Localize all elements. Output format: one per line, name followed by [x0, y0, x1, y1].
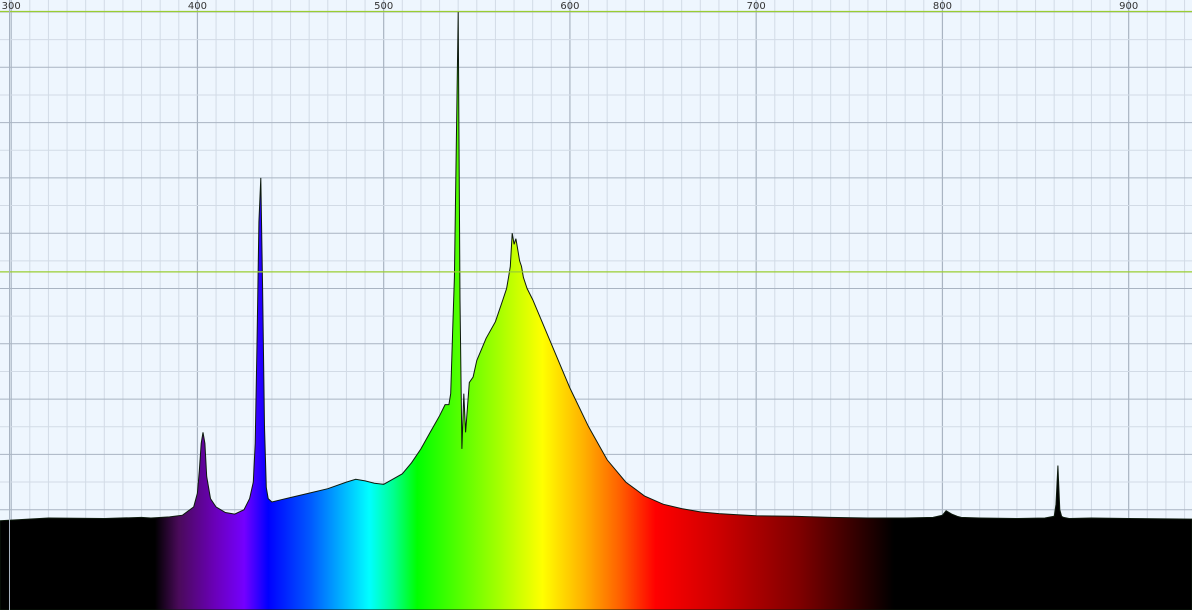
x-tick-label: 700: [747, 1, 766, 12]
spectrum-chart: 300 400 500 600 700 800 900: [0, 0, 1192, 610]
x-tick-label: 600: [560, 1, 579, 12]
x-tick-label: 800: [933, 1, 952, 12]
x-tick-label: 300: [2, 1, 21, 12]
x-tick-label: 400: [188, 1, 207, 12]
x-tick-label: 500: [374, 1, 393, 12]
x-tick-label: 900: [1119, 1, 1138, 12]
